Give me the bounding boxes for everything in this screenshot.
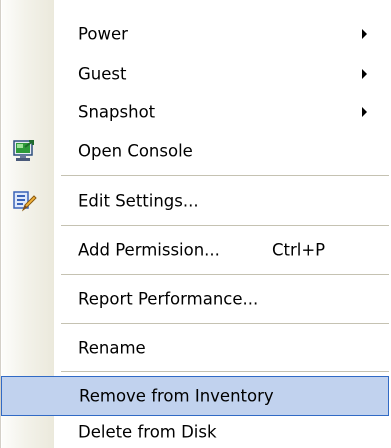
menu-separator bbox=[61, 323, 389, 324]
submenu-arrow-icon bbox=[362, 107, 367, 117]
menu-item-label: Open Console bbox=[78, 141, 193, 161]
menu-item-guest[interactable]: Guest bbox=[1, 54, 389, 94]
menu-item-shortcut: Ctrl+P bbox=[272, 240, 326, 260]
menu-item-snapshot[interactable]: Snapshot bbox=[1, 92, 389, 132]
menu-separator bbox=[61, 274, 389, 275]
menu-item-rename[interactable]: Rename bbox=[1, 328, 389, 368]
menu-item-label: Add Permission... bbox=[78, 240, 220, 260]
menu-item-label: Edit Settings... bbox=[78, 191, 199, 211]
menu-item-label: Rename bbox=[78, 338, 146, 358]
submenu-arrow-icon bbox=[362, 29, 367, 39]
menu-item-open-console[interactable]: Open Console bbox=[1, 131, 389, 171]
console-icon bbox=[13, 140, 34, 161]
menu-item-report-performance[interactable]: Report Performance... bbox=[1, 279, 389, 319]
context-menu: Power Guest Snapshot Open Console Edit S… bbox=[0, 0, 391, 448]
menu-item-label: Delete from Disk bbox=[78, 422, 217, 442]
menu-separator bbox=[61, 371, 389, 372]
submenu-arrow-icon bbox=[362, 69, 367, 79]
edit-settings-icon bbox=[13, 191, 37, 212]
menu-item-power[interactable]: Power bbox=[1, 14, 389, 54]
menu-item-label: Snapshot bbox=[78, 102, 156, 122]
menu-separator bbox=[61, 225, 389, 226]
menu-item-remove-from-inventory[interactable]: Remove from Inventory bbox=[1, 376, 389, 416]
menu-item-add-permission[interactable]: Add Permission... Ctrl+P bbox=[1, 230, 389, 270]
menu-item-label: Report Performance... bbox=[78, 289, 259, 309]
menu-item-edit-settings[interactable]: Edit Settings... bbox=[1, 181, 389, 221]
menu-item-label: Remove from Inventory bbox=[79, 386, 274, 406]
menu-item-label: Guest bbox=[78, 64, 127, 84]
menu-item-delete-from-disk[interactable]: Delete from Disk bbox=[1, 415, 389, 448]
menu-separator bbox=[61, 175, 389, 176]
menu-item-label: Power bbox=[78, 24, 128, 44]
